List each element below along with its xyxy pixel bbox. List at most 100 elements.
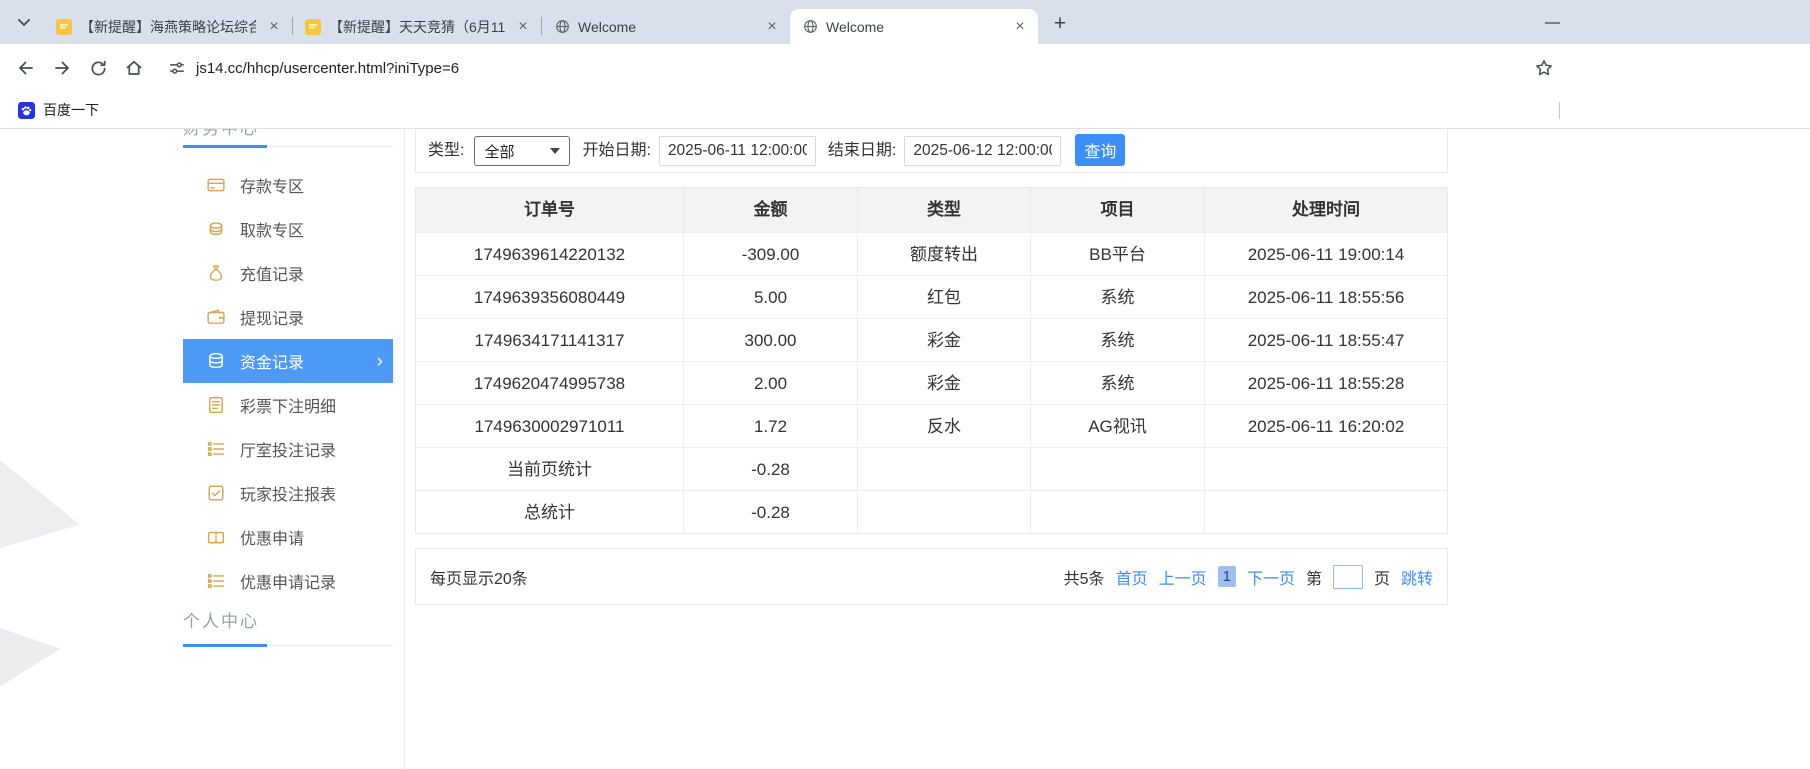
- wallet-icon: [207, 308, 225, 326]
- sidebar-item-label: 提现记录: [240, 305, 304, 329]
- list-icon: [207, 572, 225, 590]
- table-cell: 1.72: [684, 404, 858, 447]
- sidebar-item-label: 资金记录: [240, 349, 304, 373]
- close-icon[interactable]: ×: [1010, 17, 1030, 37]
- sidebar-section-finance: 财务中心: [183, 129, 393, 147]
- sidebar-item-promo-apply-records[interactable]: 优惠申请记录: [183, 559, 393, 603]
- table-cell: -309.00: [684, 232, 858, 275]
- url-text[interactable]: js14.cc/hhcp/usercenter.html?iniType=6: [196, 60, 459, 77]
- column-header: 项目: [1031, 188, 1205, 232]
- table-row-page-stats: 当前页统计 -0.28: [416, 447, 1447, 490]
- bookmark-label: 百度一下: [43, 100, 99, 120]
- table-cell: 系统: [1031, 318, 1205, 361]
- column-header: 订单号: [416, 188, 684, 232]
- report-check-icon: [207, 484, 225, 502]
- sidebar-item-label: 彩票下注明细: [240, 393, 336, 417]
- dropdown-caret-icon: [550, 148, 560, 154]
- table-cell: [858, 447, 1031, 490]
- next-page-link[interactable]: 下一页: [1247, 565, 1295, 589]
- total-count-text: 共5条: [1064, 565, 1105, 589]
- bank-card-icon: [207, 176, 225, 194]
- sidebar-item-withdraw-records[interactable]: 提现记录: [183, 295, 393, 339]
- table-header-row: 订单号 金额 类型 项目 处理时间: [416, 188, 1447, 232]
- page-jump-input[interactable]: [1333, 565, 1363, 589]
- jump-label-post: 页: [1374, 565, 1390, 589]
- jump-button[interactable]: 跳转: [1401, 565, 1433, 589]
- sidebar-item-promo-apply[interactable]: 优惠申请: [183, 515, 393, 559]
- home-button[interactable]: [118, 52, 150, 84]
- table-row: 1749639614220132 -309.00 额度转出 BB平台 2025-…: [416, 232, 1447, 275]
- reload-button[interactable]: [82, 52, 114, 84]
- close-icon[interactable]: ×: [762, 17, 782, 37]
- sidebar-section-personal: 个人中心: [183, 603, 393, 646]
- new-tab-button[interactable]: +: [1046, 10, 1074, 38]
- sidebar-item-lottery-bet-details[interactable]: 彩票下注明细: [183, 383, 393, 427]
- sidebar-item-withdraw-zone[interactable]: 取款专区: [183, 207, 393, 251]
- browser-toolbar: js14.cc/hhcp/usercenter.html?iniType=6: [0, 44, 1810, 92]
- table-cell: BB平台: [1031, 232, 1205, 275]
- table-cell: 300.00: [684, 318, 858, 361]
- type-select-value: 全部: [484, 141, 514, 162]
- bookmark-star-icon[interactable]: [1528, 52, 1560, 84]
- column-header: 类型: [858, 188, 1031, 232]
- coins-icon: [207, 220, 225, 238]
- tab-forum-2[interactable]: 【新提醒】天天竞猜（6月11日 ×: [293, 9, 541, 44]
- table-cell: 2.00: [684, 361, 858, 404]
- sidebar-item-label: 充值记录: [240, 261, 304, 285]
- tab-search-button[interactable]: [10, 9, 38, 37]
- sidebar-item-label: 优惠申请记录: [240, 569, 336, 593]
- table-cell: [858, 490, 1031, 533]
- tab-welcome-1[interactable]: Welcome ×: [542, 9, 790, 44]
- chevron-down-icon: [18, 19, 30, 27]
- globe-icon: [802, 19, 818, 35]
- close-icon[interactable]: ×: [513, 17, 533, 37]
- sidebar-item-label: 优惠申请: [240, 525, 304, 549]
- tab-title: Welcome: [826, 19, 1002, 35]
- bookmark-baidu[interactable]: 百度一下: [12, 96, 105, 124]
- type-select[interactable]: 全部: [474, 136, 570, 166]
- bookmarks-bar: 百度一下: [0, 92, 1810, 129]
- table-cell: 5.00: [684, 275, 858, 318]
- sidebar-item-label: 存款专区: [240, 173, 304, 197]
- search-button[interactable]: 查询: [1075, 134, 1125, 166]
- tab-welcome-2-active[interactable]: Welcome ×: [790, 9, 1038, 44]
- start-date-label: 开始日期:: [582, 136, 650, 166]
- prev-page-link[interactable]: 上一页: [1159, 565, 1207, 589]
- tab-forum-1[interactable]: 【新提醒】海燕策略论坛综合交 ×: [44, 9, 292, 44]
- pagination-controls: 共5条 首页 上一页 1 下一页 第 页 跳转: [1064, 565, 1433, 589]
- coin-stack-icon: [207, 352, 225, 370]
- column-header: 金额: [684, 188, 858, 232]
- sidebar-item-hall-bet-records[interactable]: 厅室投注记录: [183, 427, 393, 471]
- sidebar-item-deposit-zone[interactable]: 存款专区: [183, 163, 393, 207]
- table-cell: 彩金: [858, 361, 1031, 404]
- decorative-triangle: [0, 601, 64, 698]
- table-cell: [1031, 447, 1205, 490]
- site-info-icon[interactable]: [168, 59, 186, 77]
- current-page-indicator[interactable]: 1: [1218, 566, 1236, 587]
- first-page-link[interactable]: 首页: [1116, 565, 1148, 589]
- sidebar-item-player-bet-report[interactable]: 玩家投注报表: [183, 471, 393, 515]
- column-header: 处理时间: [1205, 188, 1447, 232]
- sidebar-item-fund-records[interactable]: 资金记录 ›: [183, 339, 393, 383]
- table-cell: AG视讯: [1031, 404, 1205, 447]
- back-button[interactable]: [10, 52, 42, 84]
- end-date-input[interactable]: [904, 136, 1061, 166]
- minimize-button[interactable]: —: [1545, 14, 1560, 31]
- close-icon[interactable]: ×: [264, 17, 284, 37]
- list-icon: [207, 440, 225, 458]
- main-content: 类型: 全部 开始日期: 结束日期: 查询 订单号 金额 类型 项目 处理时间 …: [415, 129, 1448, 605]
- forward-button[interactable]: [46, 52, 78, 84]
- pagination-bar: 每页显示20条 共5条 首页 上一页 1 下一页 第 页 跳转: [415, 548, 1448, 605]
- forum-favicon-icon: [56, 19, 72, 35]
- table-cell: 1749620474995738: [416, 361, 684, 404]
- table-cell: 2025-06-11 19:00:14: [1205, 232, 1447, 275]
- address-bar[interactable]: js14.cc/hhcp/usercenter.html?iniType=6: [154, 59, 1528, 77]
- sidebar-nav: 存款专区 取款专区 充值记录 提现记录: [183, 163, 393, 603]
- start-date-input[interactable]: [659, 136, 816, 166]
- table-cell: -0.28: [684, 447, 858, 490]
- ticket-icon: [207, 528, 225, 546]
- table-cell: 当前页统计: [416, 447, 684, 490]
- sidebar-item-recharge-records[interactable]: 充值记录: [183, 251, 393, 295]
- tab-title: 【新提醒】天天竞猜（6月11日: [329, 17, 505, 37]
- table-row-total-stats: 总统计 -0.28: [416, 490, 1447, 533]
